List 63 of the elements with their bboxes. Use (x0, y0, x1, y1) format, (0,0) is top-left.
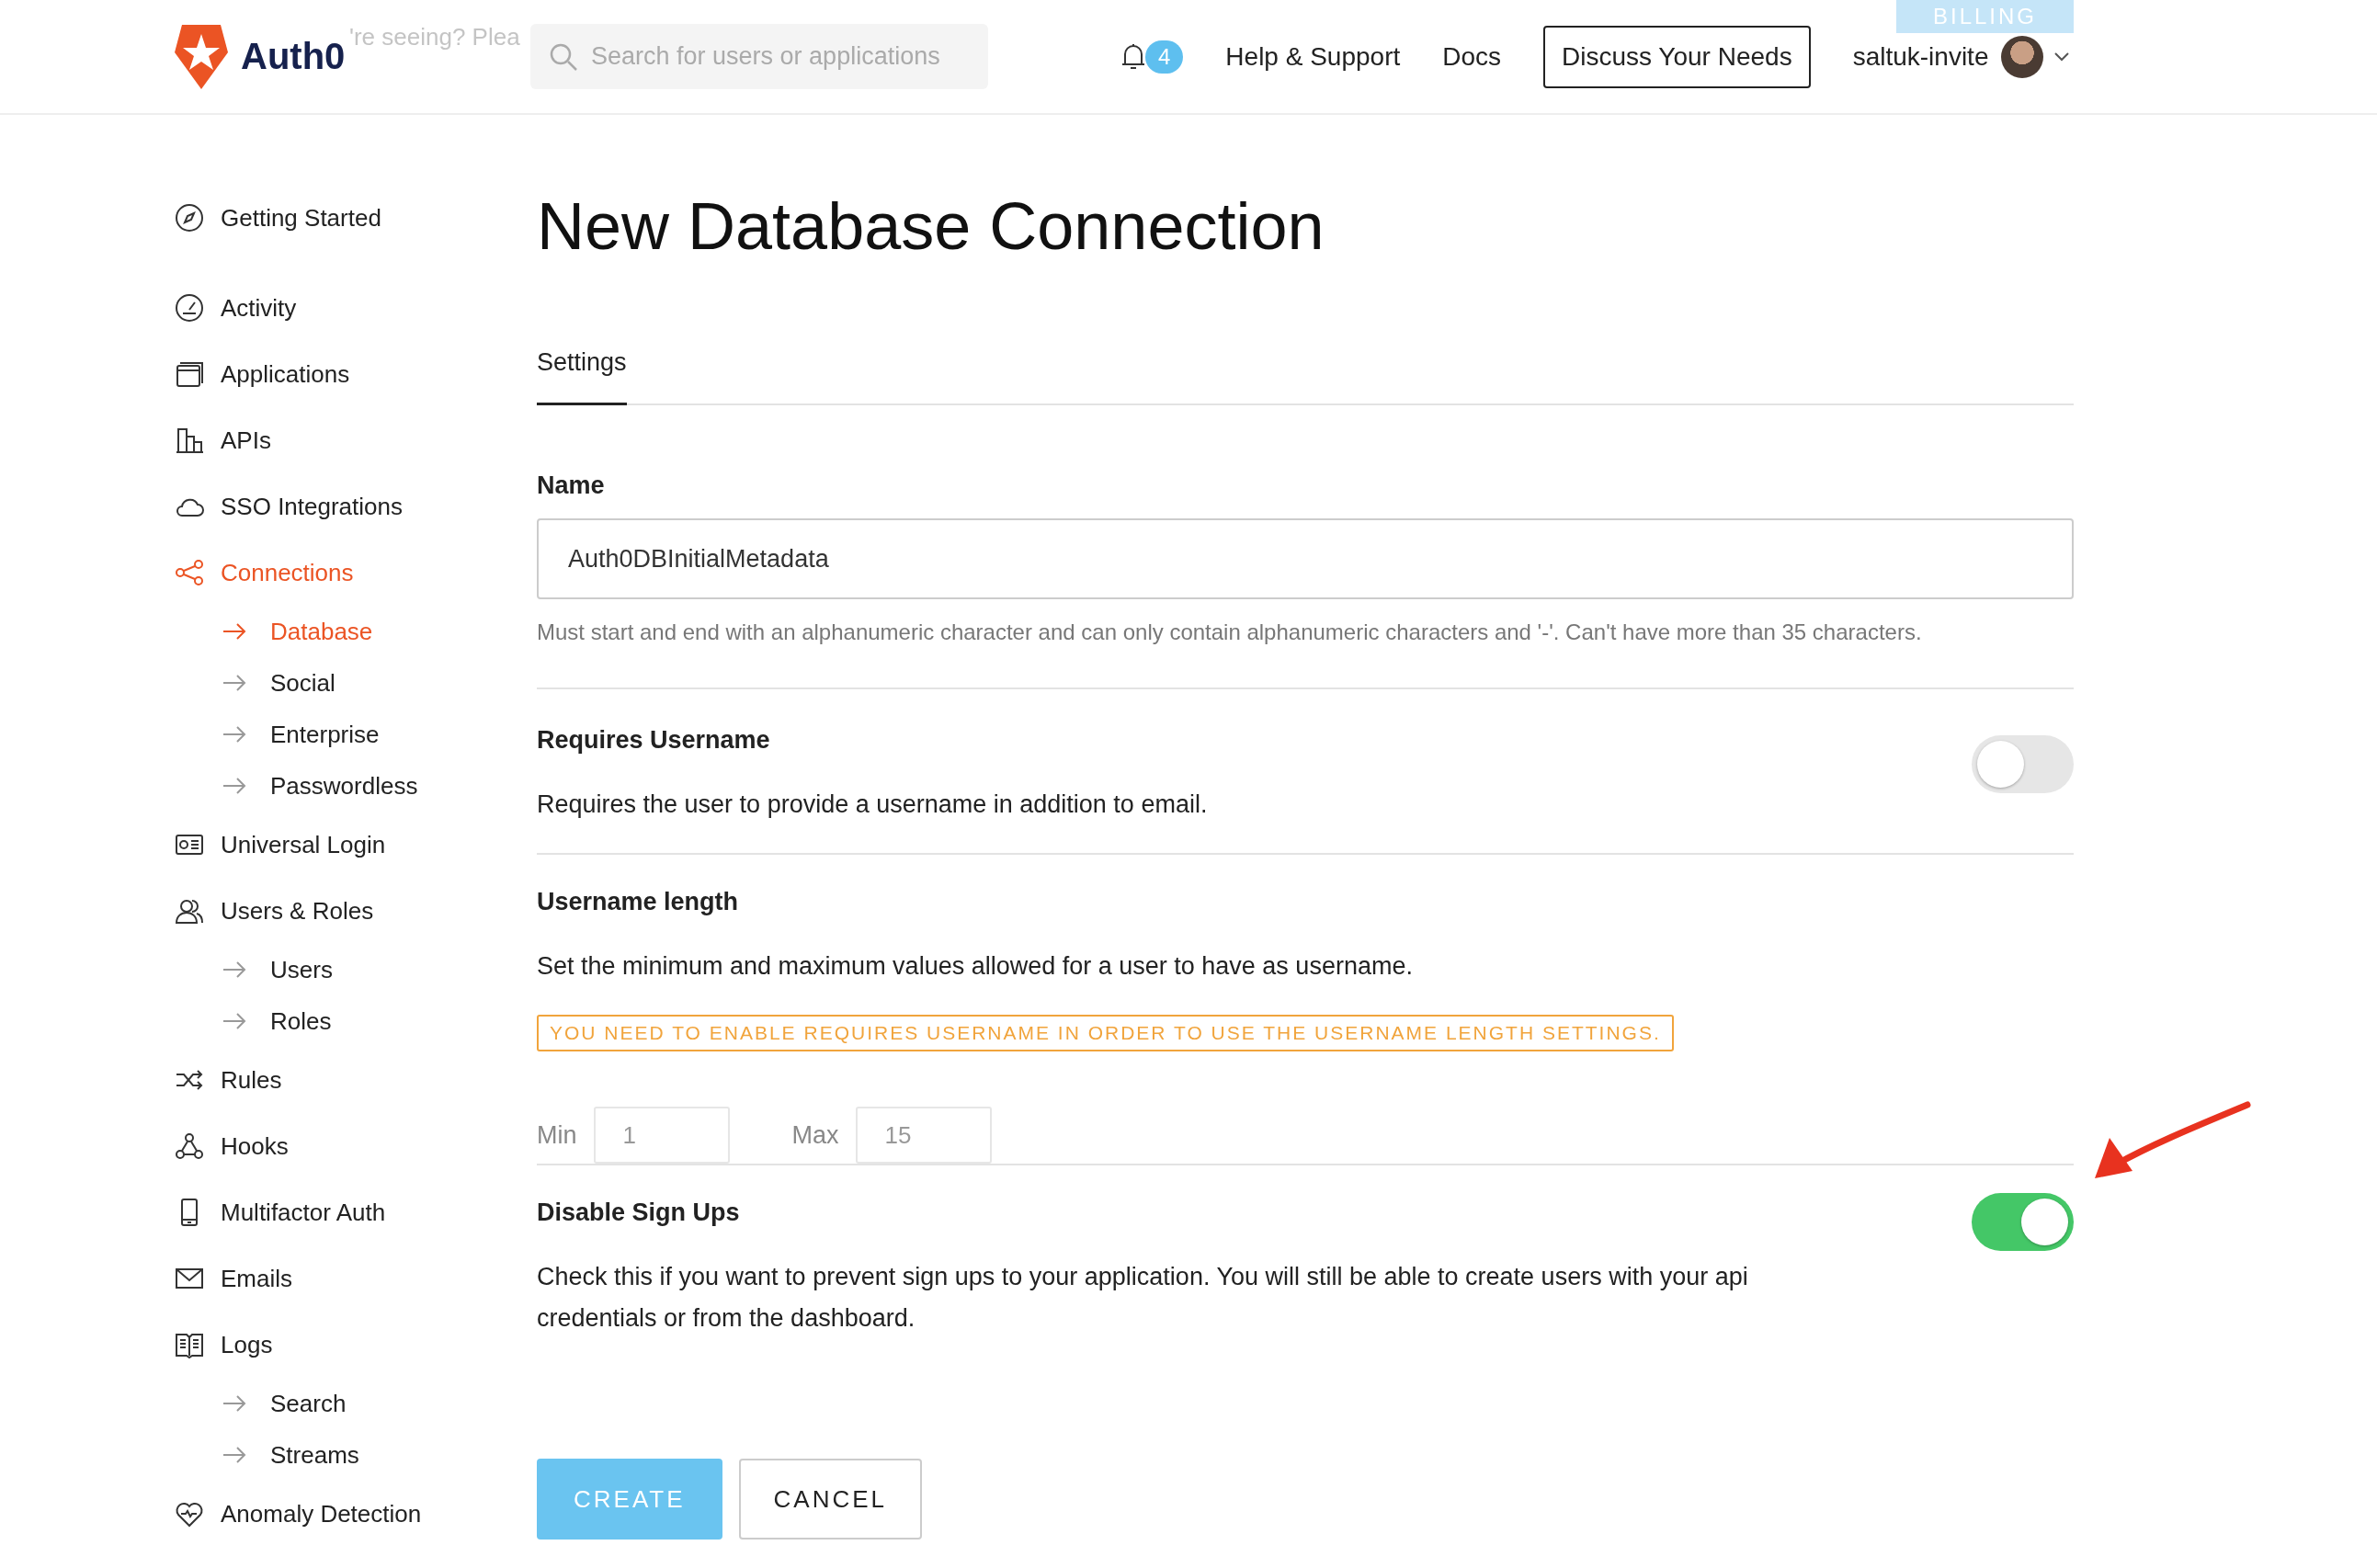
sidebar-subitem[interactable]: Database (175, 606, 537, 657)
arrow-right-icon (222, 961, 246, 978)
sidebar-item[interactable]: Universal Login (175, 812, 537, 878)
setting-description: Check this if you want to prevent sign ups to your application. You will still be able to create users with your api credentials or from the dashboard. (537, 1262, 1749, 1334)
sidebar-item[interactable]: APIs (175, 407, 537, 473)
gauge-icon (175, 293, 204, 323)
sidebar-item[interactable]: SSO Integrations (175, 473, 537, 540)
sidebar-subitem[interactable]: Enterprise (175, 709, 537, 760)
tab[interactable]: Settings (537, 330, 627, 405)
arrow-right-icon (222, 1395, 246, 1412)
logo-text: Auth0 (241, 36, 346, 77)
sidebar-subitem[interactable]: Social (175, 657, 537, 709)
chevron-down-icon[interactable] (2054, 51, 2070, 62)
sidebar-item[interactable]: Hooks (175, 1113, 537, 1179)
bell-icon[interactable] (1121, 41, 1145, 72)
name-input[interactable]: Auth0DBInitialMetadata (537, 518, 2074, 599)
sidebar-subitem[interactable]: Search (175, 1378, 537, 1429)
sidebar-item[interactable]: Getting Started (175, 185, 537, 251)
building-icon (175, 426, 204, 455)
sidebar-item[interactable]: Users & Roles (175, 878, 537, 944)
arrow-right-icon (222, 1447, 246, 1463)
sidebar-subitem[interactable]: Users (175, 944, 537, 995)
field-label: Max (791, 1120, 839, 1150)
sidebar-item[interactable]: Rules (175, 1047, 537, 1113)
sidebar-subitem[interactable]: Streams (175, 1429, 537, 1481)
arrow-right-icon (222, 726, 246, 743)
avatar[interactable] (2001, 35, 2044, 78)
arrow-right-icon (222, 1013, 246, 1029)
arrow-right-icon (222, 623, 246, 640)
sidebar-subitem[interactable]: Passwordless (175, 760, 537, 812)
sidebar-item[interactable]: Multifactor Auth (175, 1179, 537, 1245)
setting-description: Requires the user to provide a username in addition to email. (537, 790, 1209, 820)
sidebar-item[interactable]: Applications (175, 341, 537, 407)
sidebar-item[interactable]: Logs (175, 1312, 537, 1378)
setting-title: Requires Username (537, 726, 771, 755)
sidebar-item[interactable]: Emails (175, 1245, 537, 1312)
field-hint: Must start and end with an alphanumeric character and can only contain alphanumeric characters and '-'. Can't have more than 35 characters. (537, 619, 1923, 645)
arrow-right-icon (222, 778, 246, 794)
share-icon (175, 558, 204, 587)
windows-icon (175, 359, 204, 389)
sidebar-item[interactable]: Connections (175, 540, 537, 606)
field-label: Name (537, 472, 606, 500)
sidebar-item[interactable]: Anomaly Detection (175, 1481, 537, 1547)
trial-banner-text: 're seeing? Plea (349, 22, 520, 52)
search-field[interactable]: Search for users or applications (530, 24, 988, 89)
setting-title: Username length (537, 888, 740, 916)
search-icon (549, 42, 578, 72)
setting-title: Disable Sign Ups (537, 1199, 741, 1227)
warning-notice: YOU NEED TO ENABLE REQUIRES USERNAME IN ORDER TO USE THE USERNAME LENGTH SETTINGS. (537, 1015, 1674, 1051)
setting-description: Set the minimum and maximum values allowed for a user to have as username. (537, 951, 1414, 982)
sidebar-item[interactable]: Activity (175, 275, 537, 341)
cancel-button[interactable]: CANCEL (738, 1459, 922, 1540)
arrow-right-icon (222, 675, 246, 691)
hooks-icon (175, 1131, 204, 1161)
user-name[interactable]: saltuk-invite (1852, 41, 1989, 72)
notification-badge: 4 (1145, 40, 1184, 74)
nav-link[interactable]: Help & Support (1225, 41, 1401, 72)
nav-link[interactable]: Docs (1442, 41, 1502, 72)
discuss-button[interactable]: Discuss Your Needs (1543, 25, 1811, 88)
field-label: Min (537, 1120, 577, 1150)
compass-icon (175, 203, 204, 233)
sidebar-subitem[interactable]: Roles (175, 995, 537, 1047)
page-title: New Database Connection (537, 188, 1325, 265)
